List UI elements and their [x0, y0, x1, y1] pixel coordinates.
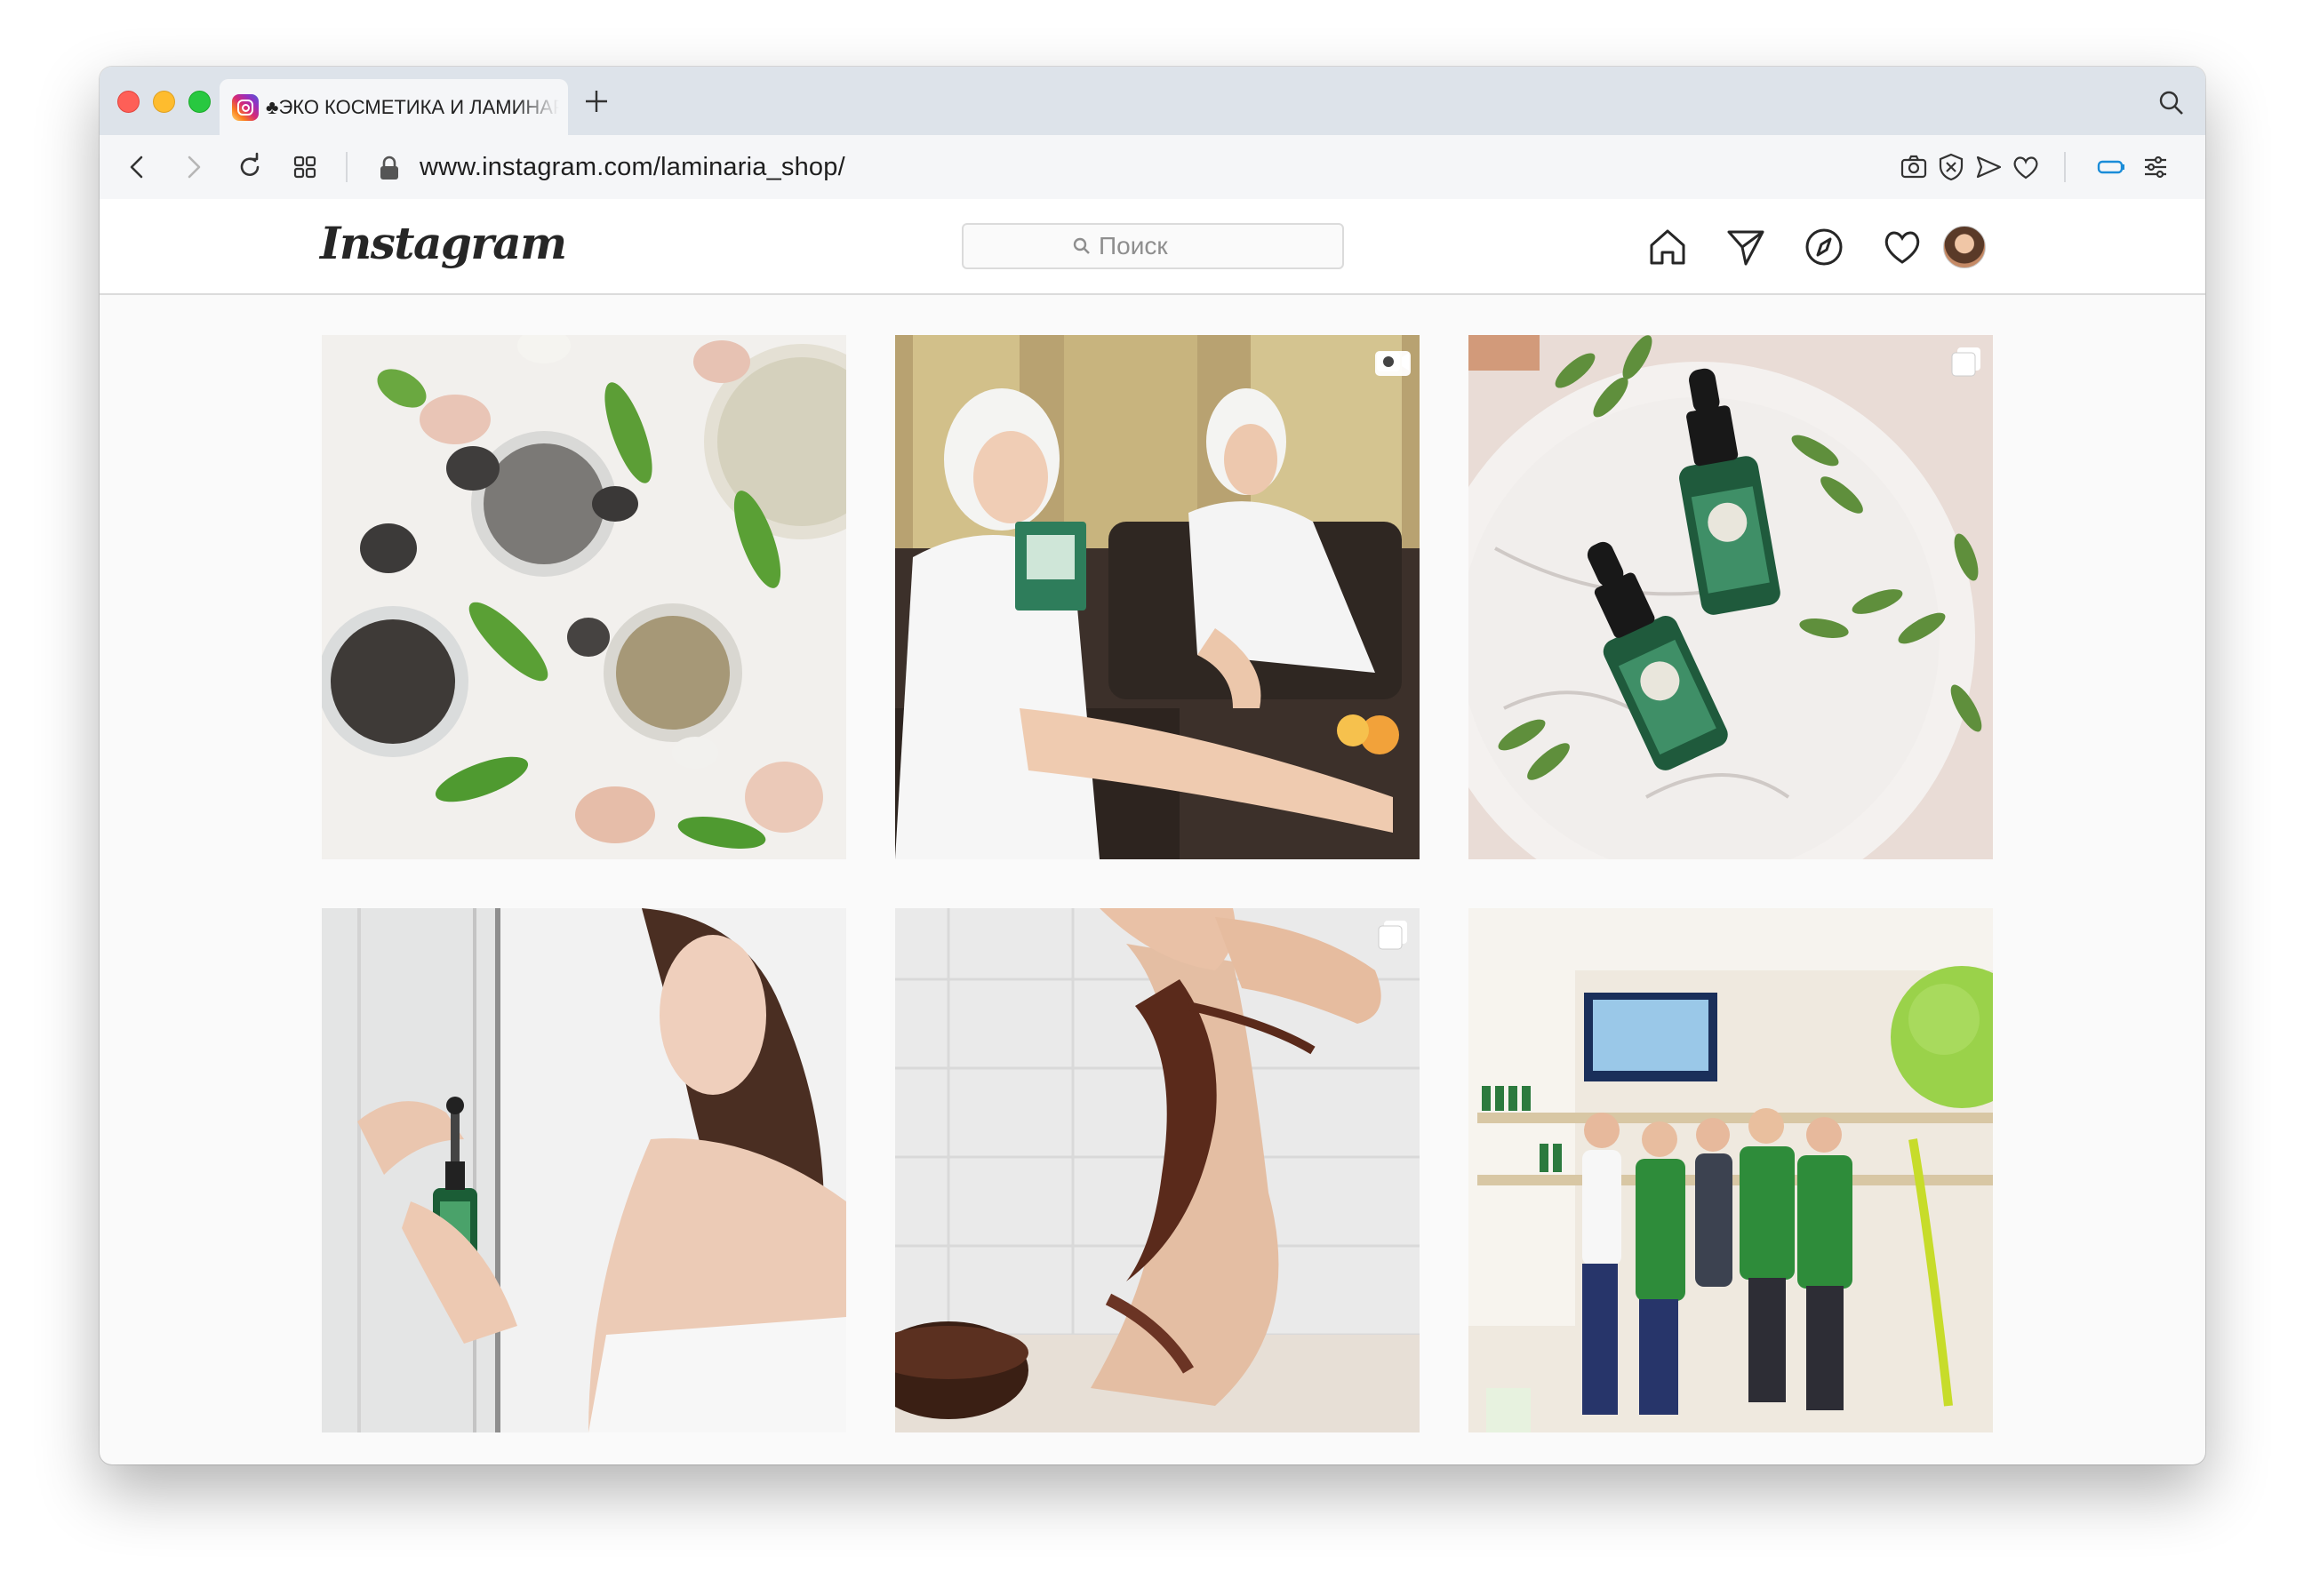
profile-avatar[interactable] — [1943, 226, 1986, 268]
post-exhibition-booth[interactable] — [1468, 908, 1993, 1432]
post-serum-woman[interactable] — [322, 908, 846, 1432]
post-serum-bottles[interactable] — [1468, 335, 1993, 859]
search-box[interactable] — [962, 223, 1344, 269]
back-arrow-icon[interactable] — [121, 150, 155, 184]
post-clay-flatlay[interactable] — [322, 335, 846, 859]
post-image — [1468, 335, 1993, 859]
browser-tab-active[interactable]: ♣ЭКО КОСМЕТИКА И ЛАМИНАРИЯ — [220, 79, 568, 135]
ad-blocker-shield-icon[interactable] — [1936, 152, 1966, 182]
browser-window: ♣ЭКО КОСМЕТИКА И ЛАМИНАРИЯ — [100, 67, 2205, 1464]
carousel-badge-icon — [1951, 347, 1980, 377]
instagram-logo[interactable]: Instagram — [320, 217, 567, 269]
explore-icon[interactable] — [1803, 226, 1845, 268]
toolbar-divider — [346, 152, 348, 182]
post-image — [895, 908, 1420, 1432]
toolbar-divider — [2064, 152, 2066, 182]
battery-saver-icon[interactable] — [2096, 152, 2126, 182]
close-window-button[interactable] — [117, 91, 140, 113]
send-to-flow-icon[interactable] — [1973, 152, 2004, 182]
lock-icon — [380, 156, 398, 180]
easy-setup-sliders-icon[interactable] — [2140, 152, 2171, 182]
snapshot-camera-icon[interactable] — [1899, 152, 1929, 182]
post-body-wrap[interactable] — [895, 908, 1420, 1432]
carousel-badge-icon — [1378, 921, 1407, 950]
forward-arrow-icon[interactable] — [176, 150, 210, 184]
zoom-window-button[interactable] — [188, 91, 211, 113]
new-tab-plus-icon[interactable] — [581, 86, 612, 116]
url-field[interactable]: www.instagram.com/laminaria_shop/ — [420, 153, 845, 182]
tab-strip: ♣ЭКО КОСМЕТИКА И ЛАМИНАРИЯ — [100, 67, 2205, 135]
post-image — [322, 335, 846, 859]
post-image — [1468, 908, 1993, 1432]
activity-heart-icon[interactable] — [1881, 226, 1924, 268]
minimize-window-button[interactable] — [153, 91, 175, 113]
search-icon — [1073, 237, 1090, 254]
search-input[interactable] — [1097, 231, 1234, 261]
bookmark-heart-icon[interactable] — [2011, 152, 2041, 182]
instagram-favicon-icon — [232, 93, 259, 121]
tab-title: ♣ЭКО КОСМЕТИКА И ЛАМИНАРИЯ — [266, 95, 559, 118]
post-image — [895, 335, 1420, 859]
tab-overview-grid-icon[interactable] — [288, 150, 322, 184]
instagram-header: Instagram — [100, 199, 2205, 295]
home-icon[interactable] — [1646, 226, 1689, 268]
video-badge-icon — [1377, 352, 1409, 371]
tab-search-icon[interactable] — [2157, 89, 2186, 117]
post-bathrobes[interactable] — [895, 335, 1420, 859]
post-image — [322, 908, 846, 1432]
reload-icon[interactable] — [233, 150, 267, 184]
address-bar: www.instagram.com/laminaria_shop/ — [100, 135, 2205, 201]
direct-icon[interactable] — [1724, 226, 1767, 268]
